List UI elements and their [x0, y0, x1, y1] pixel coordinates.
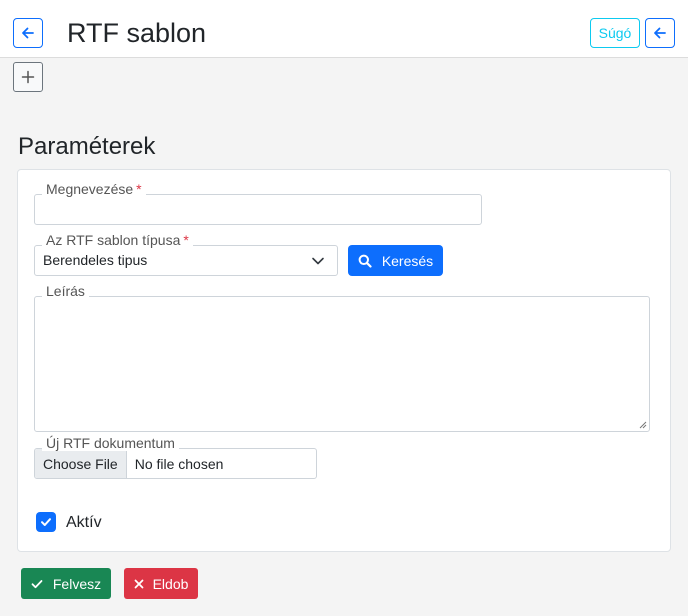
- page-header: RTF sablon Súgó: [0, 0, 688, 58]
- page-title: RTF sablon: [67, 18, 207, 48]
- file-status: No file chosen: [134, 455, 224, 472]
- arrow-left-icon: [22, 27, 34, 39]
- arrow-left-icon: [654, 27, 666, 39]
- required-mark: *: [136, 181, 142, 197]
- resize-handle-icon[interactable]: [638, 420, 647, 429]
- save-button[interactable]: Felvesz: [21, 568, 111, 599]
- close-icon: [134, 579, 143, 588]
- search-icon: [358, 254, 372, 268]
- save-button-label: Felvesz: [52, 575, 102, 592]
- template-type-select[interactable]: Berendeles tipus: [34, 245, 338, 276]
- required-mark: *: [183, 232, 189, 248]
- back-button-left[interactable]: [13, 18, 43, 48]
- search-button-label: Keresés: [381, 252, 434, 269]
- section-title: Paraméterek: [18, 133, 156, 160]
- name-input[interactable]: [34, 194, 482, 225]
- rtf-file-label: Új RTF dokumentum: [42, 435, 179, 451]
- choose-file-button[interactable]: Choose File: [35, 449, 127, 478]
- chevron-down-icon: [312, 257, 324, 265]
- add-button[interactable]: [13, 62, 43, 92]
- template-type-label-text: Az RTF sablon típusa: [46, 232, 181, 248]
- discard-button-label: Eldob: [152, 575, 189, 592]
- active-label[interactable]: Aktív: [66, 513, 102, 533]
- description-textarea[interactable]: [34, 296, 650, 432]
- search-button[interactable]: Keresés: [348, 245, 443, 276]
- help-button[interactable]: Súgó: [590, 18, 640, 48]
- check-icon: [41, 518, 51, 526]
- plus-icon: [21, 70, 35, 84]
- name-label: Megnevezése *: [42, 181, 146, 197]
- active-checkbox[interactable]: [36, 512, 56, 532]
- name-label-text: Megnevezése: [46, 181, 134, 197]
- template-type-value: Berendeles tipus: [43, 252, 148, 268]
- description-label: Leírás: [42, 283, 89, 299]
- rtf-file-input[interactable]: Choose File No file chosen: [34, 448, 317, 479]
- template-type-label: Az RTF sablon típusa *: [42, 232, 193, 248]
- discard-button[interactable]: Eldob: [124, 568, 198, 599]
- back-button-right[interactable]: [645, 18, 675, 48]
- check-icon: [31, 579, 43, 588]
